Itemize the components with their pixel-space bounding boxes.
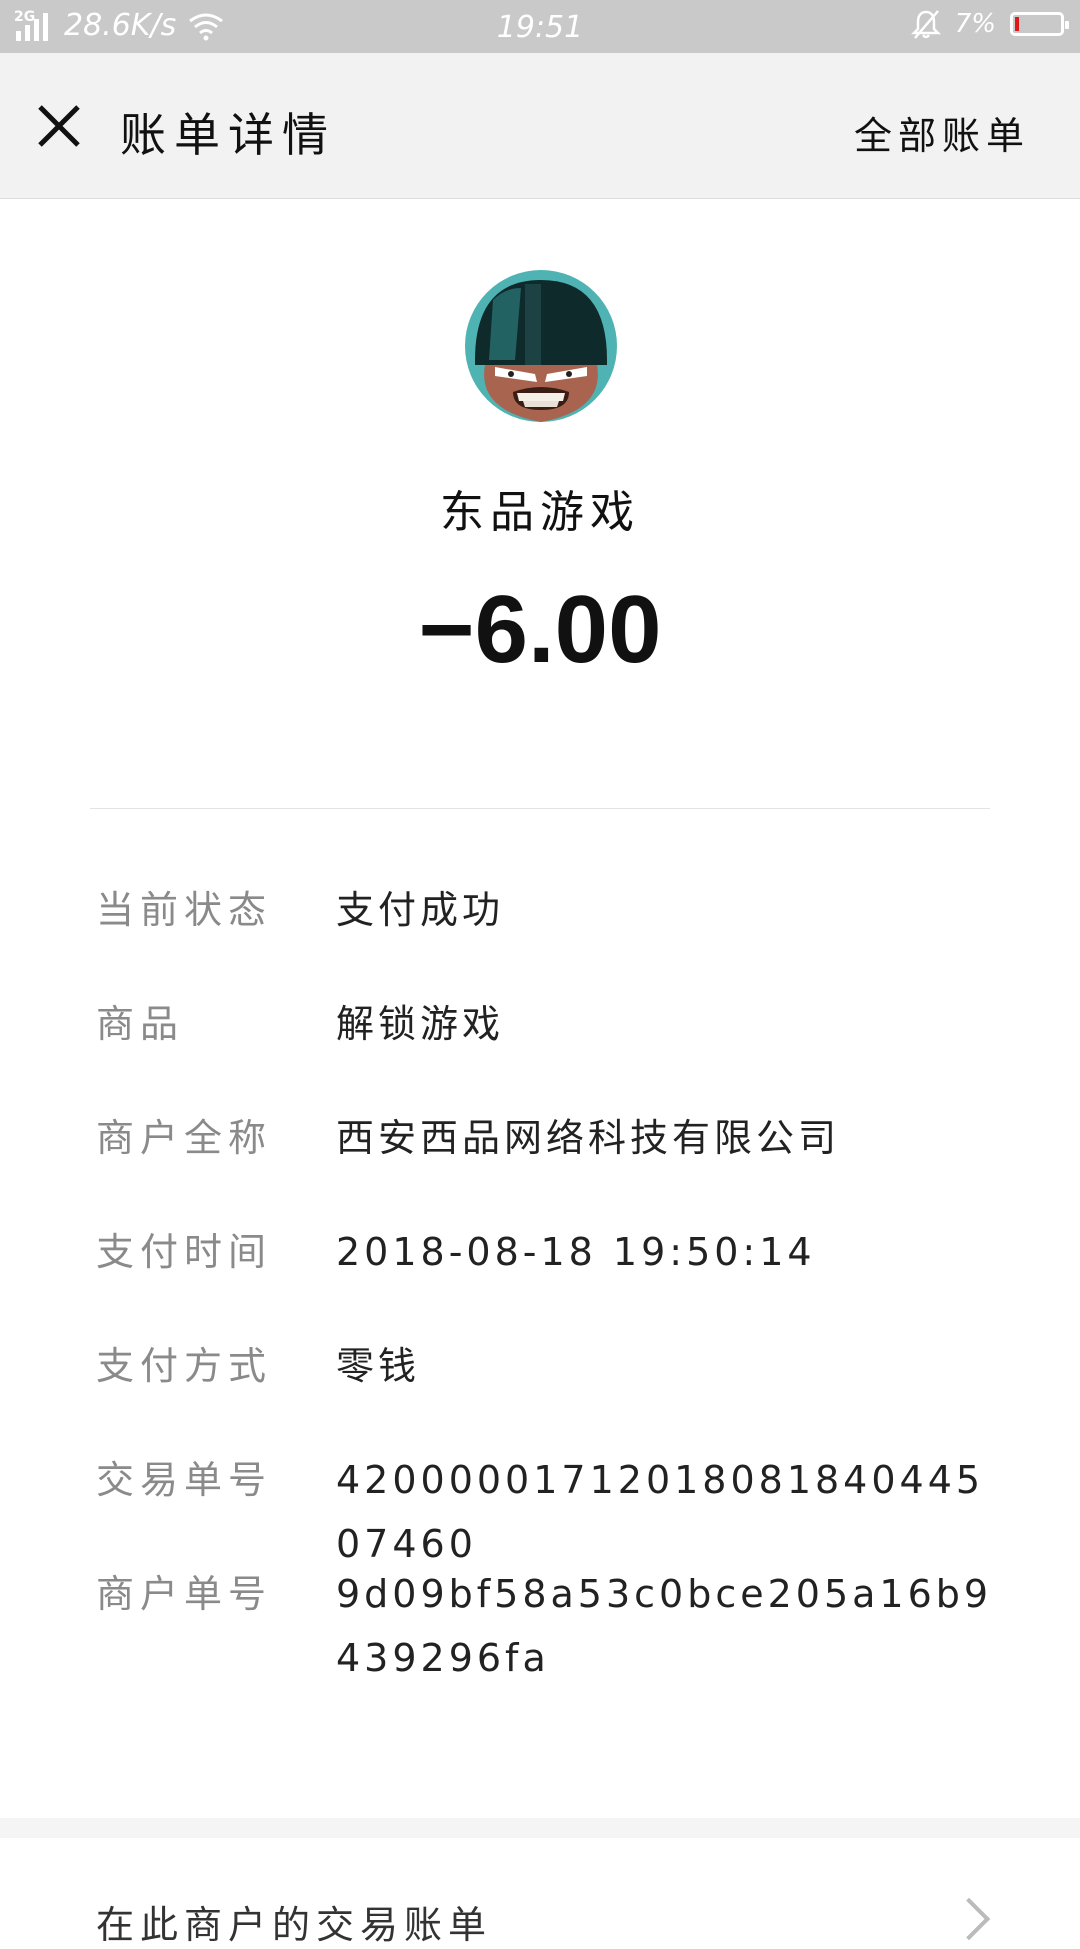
detail-label: 交易单号	[96, 1458, 273, 1502]
detail-label: 当前状态	[96, 888, 273, 932]
bell-muted-icon	[910, 10, 941, 39]
detail-value: 2018-08-18 19:50:14	[336, 1230, 816, 1274]
detail-value[interactable]: 4200000171201808184044507460	[336, 1448, 996, 1566]
detail-value: 零钱	[336, 1344, 421, 1388]
detail-label: 商户全称	[96, 1116, 273, 1160]
merchant-name: 东品游戏	[440, 487, 640, 538]
section-gap	[0, 1818, 1080, 1838]
detail-value[interactable]: 9d09bf58a53c0bce205a16b9439296fa	[336, 1562, 996, 1690]
all-bills-link[interactable]: 全部账单	[854, 105, 1030, 160]
detail-label: 商品	[96, 1002, 185, 1046]
detail-label: 商户单号	[96, 1572, 273, 1616]
page-title: 账单详情	[120, 108, 336, 162]
close-icon[interactable]	[34, 101, 84, 151]
chevron-right-icon	[947, 1897, 991, 1941]
app-header: 账单详情 全部账单	[0, 53, 1080, 199]
detail-row-merchant-fullname: 商户全称 西安西品网络科技有限公司	[96, 1106, 996, 1220]
detail-row-merchant-order-id: 商户单号 9d09bf58a53c0bce205a16b9439296fa	[96, 1562, 996, 1690]
detail-row-transaction-id: 交易单号 4200000171201808184044507460	[96, 1448, 996, 1566]
status-bar: 2G 28.6K/s 19:51 7%	[0, 0, 1080, 53]
battery-icon	[1010, 12, 1069, 36]
status-right: 7%	[910, 8, 1069, 40]
detail-value: 解锁游戏	[336, 1002, 505, 1046]
divider	[90, 808, 990, 809]
detail-label: 支付时间	[96, 1230, 273, 1274]
detail-row-status: 当前状态 支付成功	[96, 878, 996, 992]
detail-label: 支付方式	[96, 1344, 273, 1388]
merchant-bills-link[interactable]: 在此商户的交易账单	[96, 1894, 492, 1949]
detail-value: 西安西品网络科技有限公司	[336, 1116, 841, 1160]
detail-row-product: 商品 解锁游戏	[96, 992, 996, 1106]
merchant-avatar	[465, 270, 617, 422]
detail-list: 当前状态 支付成功 商品 解锁游戏 商户全称 西安西品网络科技有限公司 支付时间…	[96, 878, 996, 1690]
detail-row-pay-method: 支付方式 零钱	[96, 1334, 996, 1448]
detail-value: 支付成功	[336, 888, 505, 932]
detail-row-pay-time: 支付时间 2018-08-18 19:50:14	[96, 1220, 996, 1334]
payment-amount: −6.00	[418, 576, 662, 683]
battery-percent: 7%	[954, 9, 996, 39]
